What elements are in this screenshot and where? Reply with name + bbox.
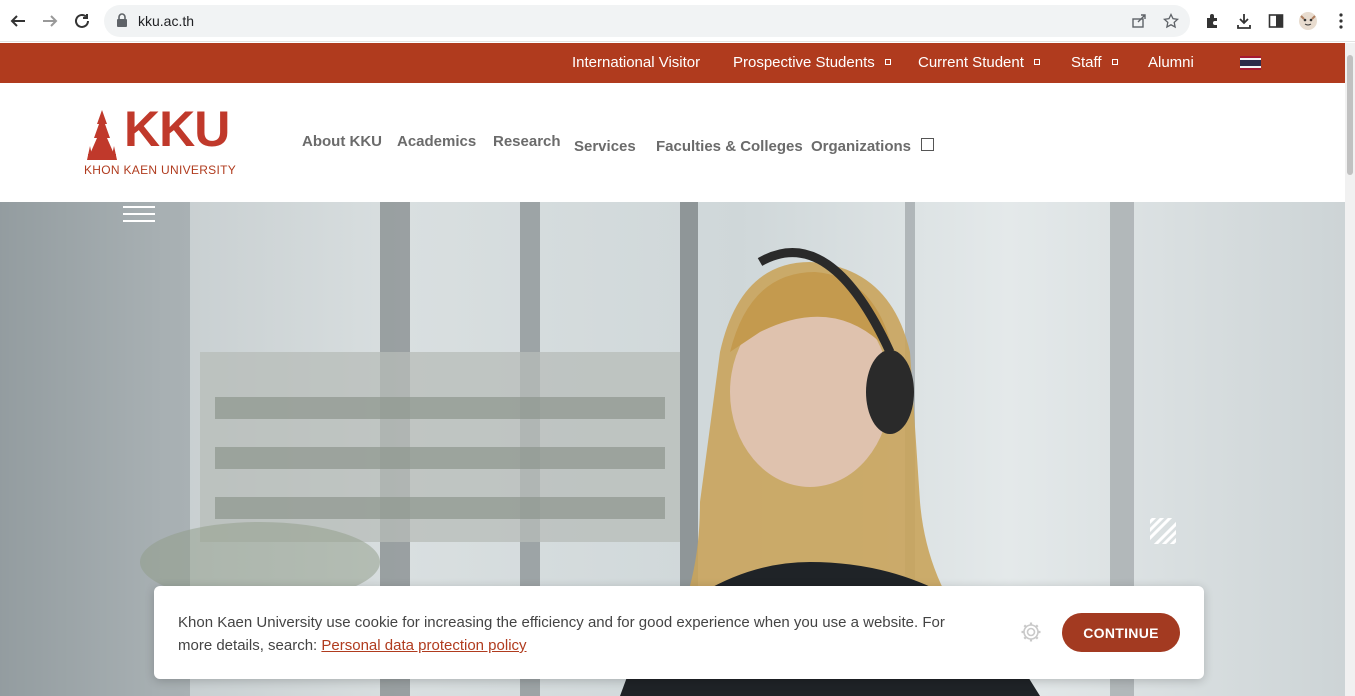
nav-academics[interactable]: Academics [397, 133, 476, 150]
dropdown-icon[interactable] [884, 59, 891, 65]
page-scrollbar[interactable] [1345, 43, 1355, 696]
star-icon[interactable] [1162, 12, 1180, 29]
logo-subtitle: KHON KAEN UNIVERSITY [84, 163, 237, 177]
gear-icon[interactable] [1020, 621, 1042, 643]
dropdown-icon[interactable] [1111, 59, 1118, 65]
back-icon[interactable] [6, 9, 30, 33]
scrollbar-thumb[interactable] [1347, 55, 1353, 175]
cookie-message: Khon Kaen University use cookie for incr… [178, 614, 945, 654]
side-panel-icon[interactable] [1265, 10, 1287, 32]
extensions-icon[interactable] [1201, 10, 1223, 32]
topbar-item-international-visitor[interactable]: International Visitor [572, 54, 700, 71]
continue-button[interactable]: CONTINUE [1062, 613, 1180, 652]
nav-research[interactable]: Research [493, 133, 561, 150]
top-utility-bar: International Visitor Prospective Studen… [0, 43, 1345, 83]
topbar-item-prospective-students[interactable]: Prospective Students [733, 54, 891, 71]
nav-faculties-colleges[interactable]: Faculties & Colleges [656, 138, 803, 155]
thai-flag-icon[interactable] [1240, 56, 1261, 70]
topbar-item-alumni[interactable]: Alumni [1148, 54, 1194, 71]
temple-emblem-icon [87, 110, 117, 160]
download-icon[interactable] [1233, 10, 1255, 32]
hamburger-menu-icon[interactable] [123, 206, 155, 222]
main-header: KKU KHON KAEN UNIVERSITY About KKU Acade… [0, 83, 1345, 202]
profile-avatar[interactable] [1297, 10, 1319, 32]
privacy-policy-link[interactable]: Personal data protection policy [321, 637, 526, 654]
browser-toolbar: kku.ac.th [0, 0, 1355, 42]
menu-icon[interactable] [1330, 10, 1352, 32]
share-icon[interactable] [1131, 13, 1147, 29]
search-toggle-icon[interactable] [921, 138, 934, 151]
address-bar[interactable]: kku.ac.th [104, 5, 1190, 37]
page-content: International Visitor Prospective Studen… [0, 43, 1345, 696]
lock-icon[interactable] [116, 13, 132, 29]
kku-logo[interactable]: KKU KHON KAEN UNIVERSITY [84, 104, 246, 180]
topbar-item-staff[interactable]: Staff [1071, 54, 1118, 71]
logo-wordmark: KKU [124, 101, 230, 157]
cookie-consent-banner: Khon Kaen University use cookie for incr… [154, 586, 1204, 679]
topbar-item-current-student[interactable]: Current Student [918, 54, 1040, 71]
nav-organizations[interactable]: Organizations [811, 138, 911, 155]
forward-icon[interactable] [38, 9, 62, 33]
nav-about-kku[interactable]: About KKU [302, 133, 382, 150]
reload-icon[interactable] [70, 9, 94, 33]
video-pattern-toggle-icon[interactable] [1150, 518, 1176, 544]
nav-services[interactable]: Services [574, 138, 636, 155]
url-text[interactable]: kku.ac.th [138, 13, 194, 29]
dropdown-icon[interactable] [1033, 59, 1040, 65]
